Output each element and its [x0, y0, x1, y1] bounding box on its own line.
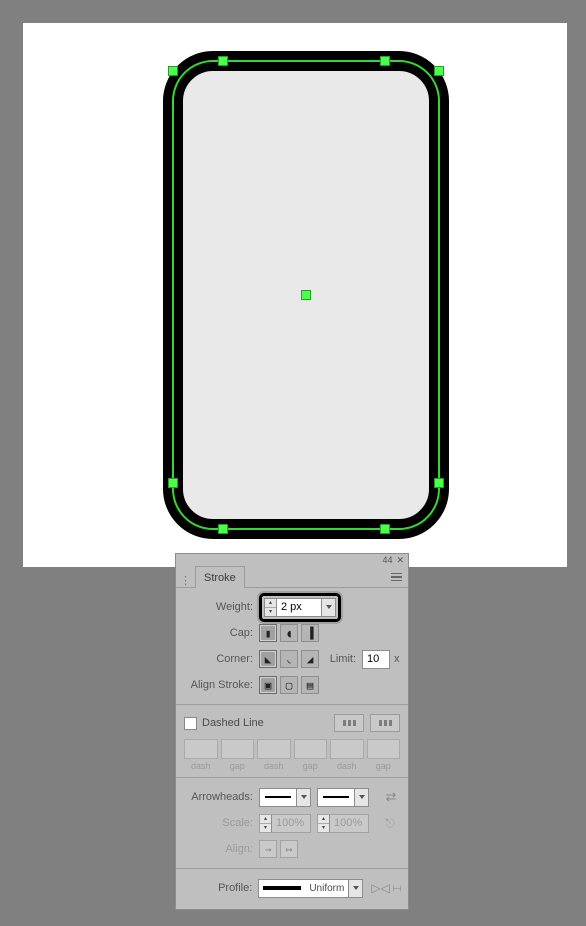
limit-label: Limit: — [322, 653, 362, 665]
tab-stroke[interactable]: Stroke — [195, 566, 245, 588]
cap-butt[interactable]: ▮ — [259, 624, 277, 642]
weight-highlight: ▴▾ — [259, 593, 341, 622]
gap-1[interactable] — [221, 739, 255, 759]
cap-label: Cap: — [184, 627, 259, 639]
arrowheads-label: Arrowheads: — [184, 791, 259, 803]
dash-preset-b[interactable] — [370, 714, 400, 732]
weight-input[interactable] — [277, 599, 321, 616]
cap-gap-1: gap — [221, 761, 255, 771]
dash-1[interactable] — [184, 739, 218, 759]
profile-label: Profile: — [184, 882, 258, 894]
weight-combo[interactable]: ▴▾ — [264, 598, 336, 617]
scale-start-input[interactable] — [272, 815, 310, 832]
handle-nw[interactable] — [169, 67, 177, 75]
handle-s1[interactable] — [219, 525, 227, 533]
weight-caret[interactable] — [321, 599, 335, 616]
tab-stroke-label: Stroke — [204, 572, 236, 584]
weight-label: Weight: — [184, 601, 259, 613]
dash-3[interactable] — [330, 739, 364, 759]
cap-dash-1: dash — [184, 761, 218, 771]
dashed-checkbox[interactable] — [184, 717, 197, 730]
handle-center[interactable] — [302, 291, 310, 299]
corner-bevel[interactable]: ◢ — [301, 650, 319, 668]
scale-end[interactable]: ▴▾ — [317, 814, 369, 833]
cap-projecting[interactable]: ▐ — [301, 624, 319, 642]
panel-menu-icon[interactable] — [388, 569, 404, 585]
collapse-icon[interactable]: 44 — [382, 555, 392, 565]
arrowhead-start[interactable] — [259, 788, 311, 807]
flip-along-icon[interactable]: ⌶ — [389, 884, 404, 891]
gap-2[interactable] — [294, 739, 328, 759]
gap-3[interactable] — [367, 739, 401, 759]
weight-stepper[interactable]: ▴▾ — [265, 599, 277, 616]
corner-label: Corner: — [184, 653, 259, 665]
arrowhead-end[interactable] — [317, 788, 369, 807]
scale-label: Scale: — [184, 817, 259, 829]
flip-across-icon[interactable]: ▷◁ — [371, 881, 389, 896]
handle-s2[interactable] — [381, 525, 389, 533]
handle-n1[interactable] — [219, 57, 227, 65]
artboard[interactable] — [23, 23, 567, 567]
swap-arrowheads-icon[interactable]: ⇄ — [382, 788, 400, 806]
canvas-svg[interactable] — [23, 23, 567, 567]
cap-gap-2: gap — [294, 761, 328, 771]
limit-unit: x — [390, 653, 400, 665]
cap-dash-2: dash — [257, 761, 291, 771]
limit-input[interactable] — [363, 651, 389, 668]
align-center[interactable]: ▣ — [259, 676, 277, 694]
align-arrow-label: Align: — [184, 843, 259, 855]
handle-n2[interactable] — [381, 57, 389, 65]
grip-icon[interactable]: ⋮ — [176, 574, 195, 587]
dash-2[interactable] — [257, 739, 291, 759]
handle-ne[interactable] — [435, 67, 443, 75]
profile-value: Uniform — [305, 883, 348, 894]
handle-e[interactable] — [435, 479, 443, 487]
close-icon[interactable]: ✕ — [396, 555, 404, 566]
dash-grid — [184, 739, 400, 759]
arrow-align-a[interactable]: → — [259, 840, 277, 858]
dashed-label: Dashed Line — [202, 717, 264, 729]
scale-end-input[interactable] — [330, 815, 368, 832]
scale-start[interactable]: ▴▾ — [259, 814, 311, 833]
profile-combo[interactable]: Uniform — [258, 879, 363, 898]
cap-round[interactable]: ◖ — [280, 624, 298, 642]
align-outside[interactable]: ▤ — [301, 676, 319, 694]
arrow-align-b[interactable]: ↦ — [280, 840, 298, 858]
panel-tabbar: ⋮ Stroke — [176, 566, 408, 588]
align-stroke-label: Align Stroke: — [184, 679, 259, 691]
dash-preset-a[interactable] — [334, 714, 364, 732]
cap-dash-3: dash — [330, 761, 364, 771]
corner-miter[interactable]: ◣ — [259, 650, 277, 668]
scale-link-icon[interactable]: ⎋ — [381, 814, 399, 832]
corner-round[interactable]: ◟ — [280, 650, 298, 668]
stroke-panel: 44 ✕ ⋮ Stroke Weight: ▴▾ — [175, 553, 409, 910]
cap-gap-3: gap — [367, 761, 401, 771]
handle-w[interactable] — [169, 479, 177, 487]
limit-field[interactable] — [362, 650, 390, 669]
align-inside[interactable]: ▢ — [280, 676, 298, 694]
